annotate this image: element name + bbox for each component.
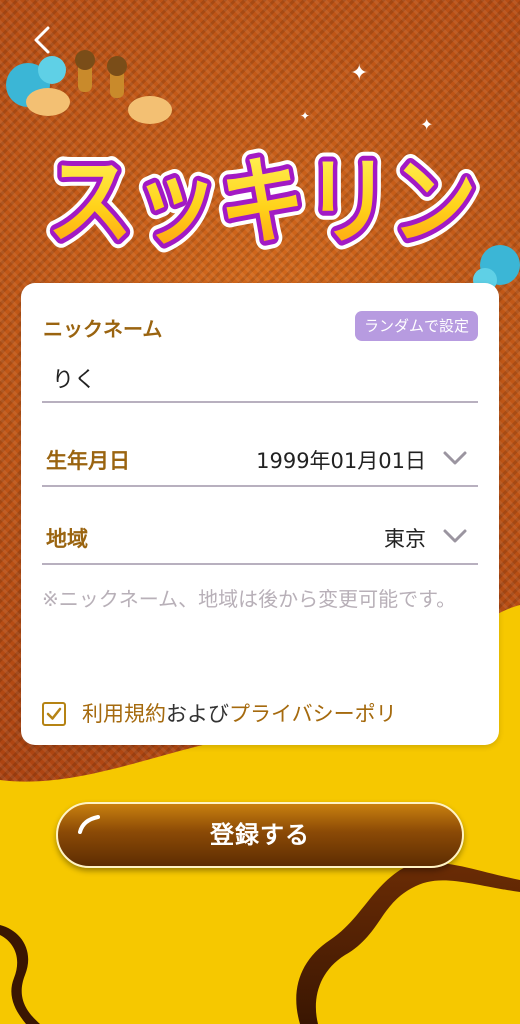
privacy-policy-link[interactable]: プライバシーポリ bbox=[229, 702, 397, 726]
nickname-input[interactable] bbox=[42, 355, 478, 403]
change-note: ※ニックネーム、地域は後から変更可能です。 bbox=[42, 587, 457, 611]
terms-link[interactable]: 利用規約 bbox=[82, 702, 166, 726]
register-button-label: 登録する bbox=[210, 821, 310, 849]
svg-text:✦: ✦ bbox=[420, 115, 433, 134]
chevron-down-icon bbox=[443, 451, 467, 465]
chevron-down-icon bbox=[443, 529, 467, 543]
logo-text: スッキリン bbox=[47, 146, 477, 258]
agreement-text: 利用規約およびプライバシーポリ bbox=[82, 699, 397, 729]
agreement-row: 利用規約およびプライバシーポリ bbox=[42, 699, 482, 729]
register-button[interactable]: 登録する bbox=[56, 802, 464, 868]
birthdate-label: 生年月日 bbox=[46, 449, 130, 473]
nickname-label: ニックネーム bbox=[43, 317, 163, 341]
registration-form-card: ニックネーム ランダムで設定 生年月日 1999年01月01日 地域 東京 ※ニ… bbox=[21, 283, 499, 745]
birthdate-value: 1999年01月01日 bbox=[256, 449, 426, 473]
random-nickname-button[interactable]: ランダムで設定 bbox=[354, 311, 478, 341]
svg-text:✦: ✦ bbox=[350, 61, 368, 86]
svg-text:✦: ✦ bbox=[300, 109, 310, 123]
registration-screen: ✦ ✦ ✦ ✦ スッキリン スッキリン スッキリン ニックネーム ランダムで設定… bbox=[0, 0, 520, 1024]
region-select[interactable]: 地域 東京 bbox=[42, 513, 478, 565]
region-value: 東京 bbox=[384, 527, 426, 551]
agreement-checkbox[interactable] bbox=[42, 702, 66, 726]
birthdate-select[interactable]: 生年月日 1999年01月01日 bbox=[42, 435, 478, 487]
app-logo: ✦ ✦ ✦ ✦ スッキリン スッキリン スッキリン bbox=[6, 50, 520, 290]
checkmark-icon bbox=[46, 707, 62, 720]
region-label: 地域 bbox=[46, 527, 88, 551]
agreement-middle-text: および bbox=[166, 702, 229, 726]
